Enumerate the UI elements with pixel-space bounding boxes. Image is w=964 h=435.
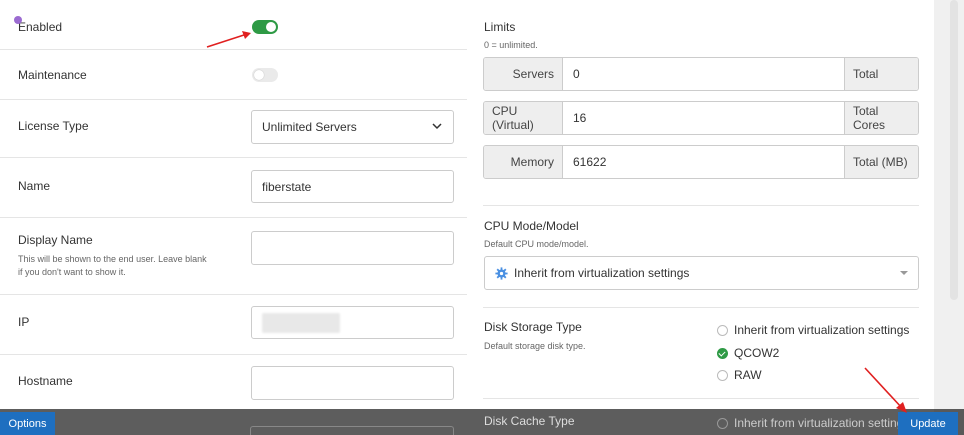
display-name-hint-line2: if you don't want to show it. [18,267,126,277]
options-button[interactable]: Options [0,412,55,435]
ip-redacted-value [262,312,340,333]
disk-storage-subtitle: Default storage disk type. [484,341,586,351]
memory-limit-input[interactable]: 61622 [563,146,844,178]
memory-limit-unit: Total (MB) [844,146,918,178]
divider [483,307,919,308]
radio-unchecked-icon [717,369,728,381]
radio-label: RAW [734,368,762,382]
radio-unchecked-icon [717,417,728,429]
cursor-dot [14,16,22,24]
display-name-input[interactable] [251,231,454,265]
license-type-select[interactable]: Unlimited Servers [251,110,454,144]
name-row: Name fiberstate [0,158,467,218]
scrollbar-thumb[interactable] [950,0,958,300]
servers-limit-unit: Total [844,58,918,90]
ip-label: IP [18,315,30,329]
cpu-mode-value: Inherit from virtualization settings [514,266,690,280]
radio-label: QCOW2 [734,346,780,360]
disk-storage-option-raw[interactable]: RAW [717,368,762,382]
maintenance-row: Maintenance [0,50,467,100]
cpu-limit-group: CPU (Virtual) 16 Total Cores [483,101,919,135]
limits-title: Limits [484,20,516,34]
divider [483,398,919,399]
license-type-value: Unlimited Servers [262,120,357,134]
disk-cache-title: Disk Cache Type [484,414,575,428]
memory-limit-label: Memory [484,146,563,178]
name-input[interactable]: fiberstate [251,170,454,203]
gear-icon [495,266,508,280]
maintenance-toggle[interactable] [252,68,278,82]
cpu-limit-input[interactable]: 16 [563,102,844,134]
ip-row: IP [0,295,467,355]
hostname-input[interactable] [251,366,454,400]
maintenance-label: Maintenance [18,68,87,82]
enabled-label: Enabled [18,20,63,34]
chevron-down-icon [432,123,442,130]
display-name-row: Display Name This will be shown to the e… [0,218,467,295]
radio-checked-icon [717,347,728,359]
hostname-row: Hostname [0,355,467,415]
disk-storage-option-inherit[interactable]: Inherit from virtualization settings [717,323,909,337]
toggle-knob [254,70,264,80]
cpu-mode-title: CPU Mode/Model [484,219,579,233]
cpu-mode-select[interactable]: Inherit from virtualization settings [484,256,919,290]
servers-limit-group: Servers 0 Total [483,57,919,91]
annotation-arrow-icon [864,367,907,413]
disk-cache-option-inherit[interactable]: Inherit from virtualization settings [717,416,909,430]
cpu-limit-label: CPU (Virtual) [484,102,563,134]
enabled-toggle[interactable] [252,20,278,34]
memory-limit-group: Memory 61622 Total (MB) [483,145,919,179]
license-type-label: License Type [18,119,89,133]
divider [483,205,919,206]
license-type-row: License Type Unlimited Servers [0,100,467,158]
disk-storage-title: Disk Storage Type [484,320,582,334]
name-label: Name [18,179,51,193]
settings-panel: Enabled Maintenance License Type Unlimit… [0,0,934,435]
hostname-label: Hostname [18,374,73,388]
disk-storage-option-qcow2[interactable]: QCOW2 [717,346,779,360]
display-name-label: Display Name [18,233,93,247]
radio-label: Inherit from virtualization settings [734,323,910,337]
cpu-limit-unit: Total Cores [844,102,918,134]
servers-limit-label: Servers [484,58,563,90]
radio-label: Inherit from virtualization settings [734,416,910,430]
limits-subtitle: 0 = unlimited. [484,40,538,50]
toggle-knob [266,22,276,32]
next-field-input[interactable] [250,426,454,435]
page-gutter [934,0,964,435]
caret-down-icon [900,271,908,275]
display-name-hint-line1: This will be shown to the end user. Leav… [18,254,207,264]
annotation-arrow-icon [206,31,251,48]
name-value: fiberstate [262,179,312,194]
radio-unchecked-icon [717,324,728,336]
ip-input[interactable] [251,306,454,339]
cpu-mode-subtitle: Default CPU mode/model. [484,239,589,249]
servers-limit-input[interactable]: 0 [563,58,844,90]
